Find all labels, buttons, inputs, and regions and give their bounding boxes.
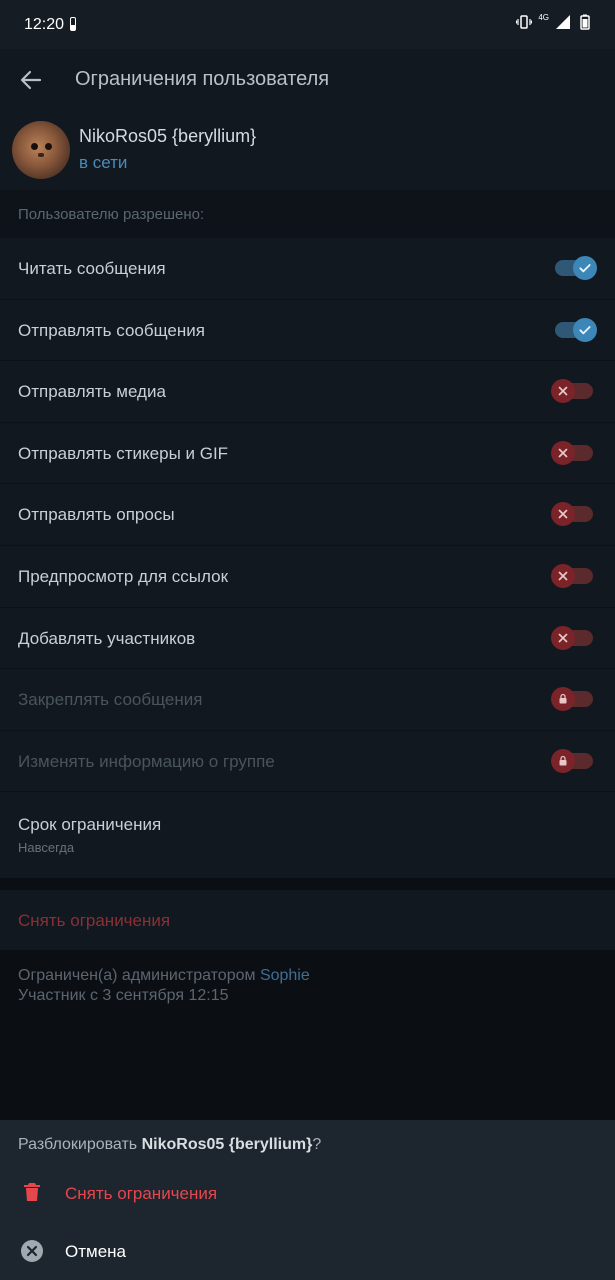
permission-toggle[interactable] [551,379,593,404]
permission-row-change-group-info: Изменять информацию о группе [0,730,615,793]
permission-label: Предпросмотр для ссылок [18,566,229,586]
permissions-header: Пользователю разрешено: [0,190,615,238]
permission-label: Изменять информацию о группе [18,751,275,771]
permission-label: Отправлять медиа [18,382,166,402]
remove-restrictions-row[interactable]: Снять ограничения [0,890,615,950]
permission-row-add-members[interactable]: Добавлять участников [0,607,615,670]
app-bar: Ограничения пользователя [0,49,615,111]
permission-label: Отправлять сообщения [18,320,205,340]
status-icons: 4G [516,12,593,30]
sheet-question: Разблокировать NikoRos05 {beryllium}? [18,1136,321,1154]
permission-toggle [551,748,593,773]
page-title: Ограничения пользователя [75,68,330,90]
admin-name-link[interactable]: Sophie [260,967,310,984]
sheet-cancel-button[interactable]: Отмена [0,1221,615,1279]
trash-icon [24,1183,40,1201]
network-type-label: 4G [538,12,549,22]
sheet-question-suffix: ? [312,1136,322,1153]
avatar[interactable] [12,121,70,179]
permission-row-send-stickers-gif[interactable]: Отправлять стикеры и GIF [0,422,615,485]
permission-toggle[interactable] [555,256,597,280]
permission-label: Добавлять участников [18,628,196,648]
permission-toggle[interactable] [555,317,597,342]
lock-icon [551,687,575,712]
permission-toggle[interactable] [551,502,593,527]
user-profile[interactable]: NikoRos05 {beryllium} в сети [0,111,615,190]
arrow-left-icon[interactable] [18,67,44,93]
x-icon [551,563,575,588]
permission-toggle[interactable] [551,563,593,588]
check-icon [573,317,597,342]
x-icon [551,440,575,465]
sheet-remove-restrictions-label: Снять ограничения [65,1184,218,1203]
permission-label: Отправлять стикеры и GIF [18,443,229,463]
permissions-list: Читать сообщения Отправлять сообщения Отпр… [0,238,615,793]
permission-toggle[interactable] [551,625,593,650]
vibrate-icon [516,15,533,29]
x-icon [551,379,575,404]
restricted-by-prefix: Ограничен(а) администратором [18,967,256,984]
member-since: Участник с 3 сентября 12:15 [18,987,229,1004]
sheet-question-prefix: Разблокировать [18,1136,138,1153]
status-bar: 12:20 4G [0,0,615,49]
permission-row-send-media[interactable]: Отправлять медиа [0,361,615,423]
permission-row-send-polls[interactable]: Отправлять опросы [0,484,615,546]
remove-restrictions-label: Снять ограничения [18,911,171,930]
x-icon [551,625,575,650]
permission-toggle[interactable] [551,440,593,465]
check-icon [573,256,597,280]
signal-icon [556,15,570,29]
sheet-remove-restrictions-button[interactable]: Снять ограничения [0,1163,615,1221]
user-name: NikoRos05 {beryllium} [79,126,257,146]
permissions-header-label: Пользователю разрешено: [18,206,205,223]
status-time: 12:20 [24,16,65,33]
restricted-by-line: Ограничен(а) администратором Sophie [18,966,310,986]
restriction-term-row[interactable]: Срок ограничения Навсегда [0,792,615,878]
x-icon [551,502,575,527]
permission-toggle [551,687,593,712]
restriction-term-label: Срок ограничения [18,815,162,834]
permission-row-link-preview[interactable]: Предпросмотр для ссылок [0,545,615,608]
permission-row-read-messages[interactable]: Читать сообщения [0,238,615,300]
user-status: в сети [79,153,128,172]
permission-label: Закреплять сообщения [18,690,203,710]
battery-icon [580,14,590,30]
permission-row-pin-messages: Закреплять сообщения [0,669,615,731]
permission-label: Читать сообщения [18,259,166,278]
permission-label: Отправлять опросы [18,505,175,525]
close-circle-icon [21,1240,43,1262]
sheet-cancel-label: Отмена [65,1242,126,1261]
lock-icon [551,748,575,773]
battery-saver-icon [70,17,76,31]
sheet-question-name: NikoRos05 {beryllium} [141,1136,313,1153]
restriction-info: Ограничен(а) администратором Sophie Учас… [18,966,310,1006]
divider [0,878,615,890]
permission-row-send-messages[interactable]: Отправлять сообщения [0,299,615,362]
restriction-term-value: Навсегда [18,840,75,855]
